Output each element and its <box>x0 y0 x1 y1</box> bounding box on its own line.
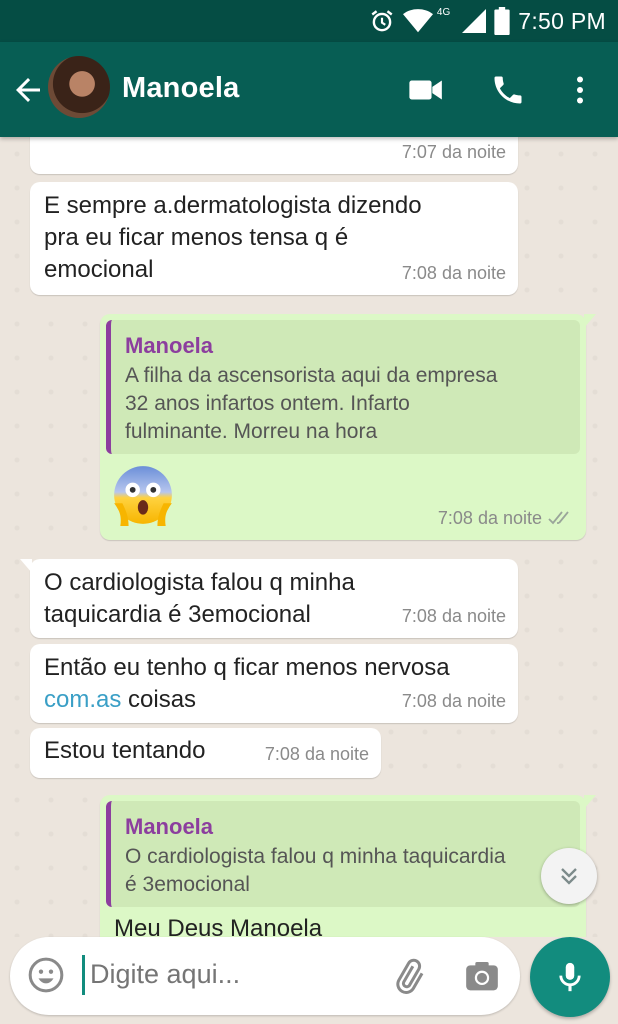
message-outgoing[interactable]: Manoela O cardiologista falou q minha ta… <box>100 795 596 937</box>
paperclip-icon <box>396 958 424 994</box>
phone-icon <box>494 76 522 104</box>
message-text-line: pra eu ficar menos tensa q é <box>44 224 349 251</box>
message-text-line: Estou tentando <box>44 737 206 764</box>
wifi-icon <box>402 9 433 33</box>
text-cursor <box>82 955 85 995</box>
message-time: 7:07 da noite <box>401 142 506 162</box>
message-text-line: Então eu tenho q ficar menos nervosa <box>44 654 450 681</box>
video-call-icon <box>409 80 442 100</box>
scroll-to-bottom-button[interactable] <box>541 848 597 904</box>
input-bar <box>0 937 618 1024</box>
chat-header: Manoela <box>0 42 618 137</box>
message-text-line: E sempre a.dermatologista dizendo <box>44 192 422 219</box>
double-check-icon <box>548 511 569 525</box>
message-time: 7:08 da noite <box>437 508 542 528</box>
message-time: 7:08 da noite <box>401 606 506 626</box>
voice-message-button[interactable] <box>530 937 610 1017</box>
quote-text-line: A filha da ascensorista aqui da empresa <box>125 364 498 387</box>
chat-area[interactable]: 7:07 da noite E sempre a.dermatologista … <box>0 137 618 937</box>
video-call-button[interactable] <box>406 70 446 110</box>
alarm-icon <box>371 10 393 32</box>
message-outgoing[interactable]: Manoela A filha da ascensorista aqui da … <box>100 314 596 540</box>
emoji-button[interactable] <box>26 955 66 995</box>
double-chevron-down-icon <box>561 868 577 885</box>
quote-text-line: 32 anos infartos ontem. Infarto <box>125 392 410 415</box>
camera-button[interactable] <box>462 957 502 997</box>
quote-author: Manoela <box>125 814 214 839</box>
quoted-message[interactable]: Manoela O cardiologista falou q minha ta… <box>106 801 580 907</box>
contact-name[interactable]: Manoela <box>122 72 239 105</box>
camera-icon <box>466 962 498 991</box>
message-text-line: taquicardia é 3emocional <box>44 601 311 628</box>
message-text-fragment: coisas <box>121 686 197 713</box>
message-incoming[interactable]: O cardiologista falou q minha taquicardi… <box>20 559 518 638</box>
microphone-icon <box>559 962 581 992</box>
status-time: 7:50 PM <box>518 7 606 34</box>
message-time: 7:08 da noite <box>264 744 369 764</box>
message-incoming[interactable]: Estou tentando 7:08 da noite <box>30 728 381 778</box>
status-bar: 4G 7:50 PM <box>0 0 618 42</box>
message-incoming[interactable]: 7:07 da noite <box>30 137 518 174</box>
voice-call-button[interactable] <box>488 70 528 110</box>
back-arrow-icon <box>16 78 40 102</box>
quoted-message[interactable]: Manoela A filha da ascensorista aqui da … <box>106 320 580 454</box>
more-options-button[interactable] <box>560 70 600 110</box>
battery-icon <box>494 7 510 35</box>
quote-text-line: é 3emocional <box>125 873 250 896</box>
message-text-line: O cardiologista falou q minha <box>44 569 355 596</box>
quote-author: Manoela <box>125 333 214 358</box>
quote-text-line: fulminante. Morreu na hora <box>125 420 378 443</box>
message-time: 7:08 da noite <box>401 691 506 711</box>
message-text-line: Meu Deus Manoela <box>114 915 323 937</box>
smiley-icon <box>28 957 64 993</box>
message-input[interactable] <box>90 959 370 990</box>
avatar[interactable] <box>48 56 110 118</box>
message-input-container[interactable] <box>10 937 520 1015</box>
signal-icon <box>462 9 487 33</box>
fearful-face-emoji <box>114 466 172 526</box>
message-time: 7:08 da noite <box>401 263 506 283</box>
network-type-label: 4G <box>436 6 451 18</box>
message-link[interactable]: com.as <box>44 686 121 713</box>
back-button[interactable] <box>10 72 46 108</box>
message-incoming[interactable]: Então eu tenho q ficar menos nervosa com… <box>30 644 518 723</box>
message-text-line: emocional <box>44 256 154 283</box>
more-vert-icon <box>577 76 583 104</box>
quote-text-line: O cardiologista falou q minha taquicardi… <box>125 845 506 868</box>
message-incoming[interactable]: E sempre a.dermatologista dizendo pra eu… <box>30 182 518 295</box>
attach-button[interactable] <box>388 957 428 997</box>
